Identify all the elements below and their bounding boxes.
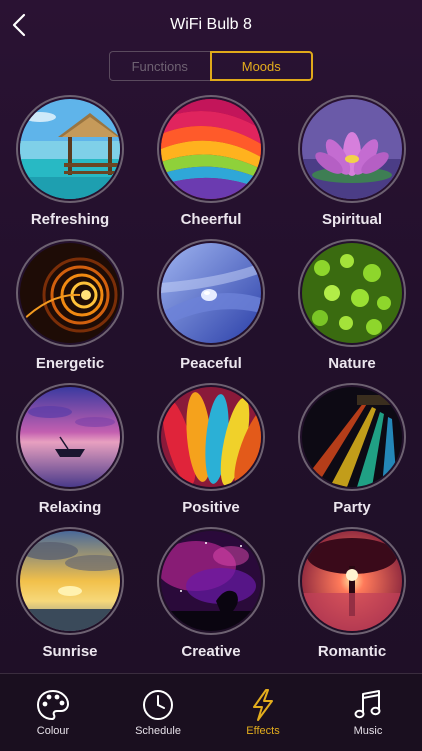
mood-refreshing[interactable]: Refreshing xyxy=(10,95,130,228)
tab-bar: Colour Schedule Effects Music xyxy=(0,673,422,751)
mood-label: Refreshing xyxy=(30,211,110,228)
mood-spiritual[interactable]: Spiritual xyxy=(292,95,412,228)
mood-label: Romantic xyxy=(317,643,387,660)
mood-label: Cheerful xyxy=(180,211,242,228)
rainbow-ribbons-photo xyxy=(161,99,261,199)
mood-label: Peaceful xyxy=(180,355,242,372)
tab-music[interactable]: Music xyxy=(318,674,418,751)
water-droplet-photo xyxy=(161,243,261,343)
tab-schedule[interactable]: Schedule xyxy=(108,674,208,751)
mood-label: Relaxing xyxy=(38,499,102,516)
mood-label: Nature xyxy=(328,355,376,372)
segmented-control: Functions Moods xyxy=(109,51,313,81)
mood-nature[interactable]: Nature xyxy=(292,239,412,372)
boat-sunset-photo xyxy=(20,387,120,487)
stage-lights-photo xyxy=(302,387,402,487)
mood-label: Spiritual xyxy=(321,211,382,228)
mood-energetic[interactable]: Energetic xyxy=(10,239,130,372)
lotus-flower-photo xyxy=(302,99,402,199)
mood-romantic[interactable]: Romantic xyxy=(292,527,412,660)
mood-label: Party xyxy=(333,499,371,516)
mood-peaceful[interactable]: Peaceful xyxy=(151,239,271,372)
nebula-photo xyxy=(161,531,261,631)
mood-party[interactable]: Party xyxy=(292,383,412,516)
tab-label: Colour xyxy=(36,725,70,737)
tab-label: Effects xyxy=(246,725,280,737)
lightning-icon xyxy=(253,689,273,721)
palette-icon xyxy=(36,689,70,721)
mood-label: Sunrise xyxy=(42,643,98,660)
mood-relaxing[interactable]: Relaxing xyxy=(10,383,130,516)
mood-positive[interactable]: Positive xyxy=(151,383,271,516)
light-spiral-photo xyxy=(20,243,120,343)
tree-sunset-photo xyxy=(302,531,402,631)
mood-cheerful[interactable]: Cheerful xyxy=(151,95,271,228)
clock-icon xyxy=(143,690,173,720)
green-leaves-photo xyxy=(302,243,402,343)
beach-hut-photo xyxy=(20,99,120,199)
tab-functions[interactable]: Functions xyxy=(109,51,210,81)
tab-label: Music xyxy=(353,725,383,737)
colorful-feathers-photo xyxy=(161,387,261,487)
mood-sunrise[interactable]: Sunrise xyxy=(10,527,130,660)
sunrise-clouds-photo xyxy=(20,531,120,631)
tab-effects[interactable]: Effects xyxy=(213,674,313,751)
music-note-icon xyxy=(354,690,381,719)
page-title: WiFi Bulb 8 xyxy=(170,16,252,33)
header: WiFi Bulb 8 xyxy=(0,0,422,50)
tab-colour[interactable]: Colour xyxy=(3,674,103,751)
tab-label: Schedule xyxy=(135,725,181,737)
mood-label: Creative xyxy=(181,643,241,660)
mood-label: Energetic xyxy=(35,355,105,372)
mood-label: Positive xyxy=(182,499,240,516)
tab-moods[interactable]: Moods xyxy=(209,51,313,81)
mood-creative[interactable]: Creative xyxy=(151,527,271,660)
